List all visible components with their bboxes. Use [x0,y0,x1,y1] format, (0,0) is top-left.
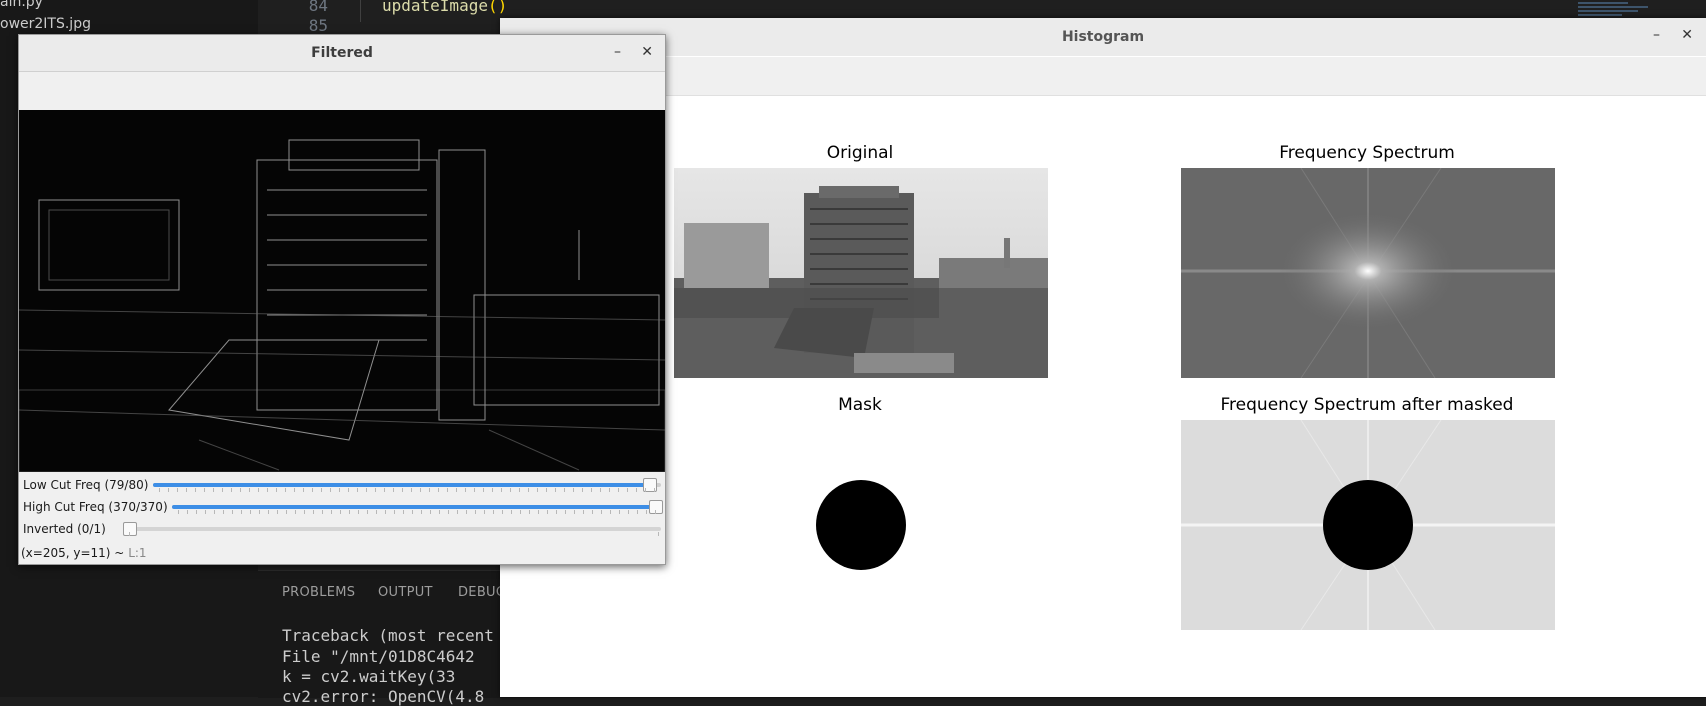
filtered-image[interactable] [19,110,665,472]
line-number: 85 [308,16,328,35]
plot-title-original: Original [826,143,894,163]
histogram-window: Histogram – ✕ Original Frequency Spectru… [500,18,1706,697]
frequency-spectrum-image [1181,168,1555,378]
filtered-window: Filtered – ✕ Low Cut Freq (79/80) High C… [18,34,666,565]
indent-guide [360,0,361,22]
minimize-button[interactable]: – [1653,27,1660,43]
minimize-button[interactable]: – [614,44,621,60]
code-line[interactable]: updateImage() [382,0,507,15]
tab-debug[interactable]: DEBUG [458,585,506,600]
low-cut-freq-slider-row: Low Cut Freq (79/80) [19,475,665,497]
plot-title-frequency-spectrum: Frequency Spectrum [1279,143,1455,163]
close-button[interactable]: ✕ [641,44,653,60]
high-cut-freq-slider[interactable] [172,500,663,514]
histogram-toolbar [500,57,1706,96]
low-cut-freq-label: Low Cut Freq (79/80) [23,478,149,492]
status-bar: (x=205, y=11) ~ L:1 [21,546,147,560]
explorer-item-tower-jpg[interactable]: ower2ITS.jpg [0,16,91,32]
code-paren: () [487,0,508,15]
slider-ticks [129,532,659,536]
plot-title-spectrum-after-masked: Frequency Spectrum after masked [1220,395,1514,415]
window-title: Histogram [1061,29,1145,45]
mask-image [674,420,1048,630]
explorer-item-main-py[interactable]: ain.py [0,0,43,10]
minimap[interactable] [1576,0,1656,20]
cursor-coords: (x=205, y=11) ~ [21,546,125,560]
slider-ticks [178,510,659,514]
code-text: updateImage [382,0,488,15]
terminal-line: Traceback (most recent [282,626,494,645]
tab-problems[interactable]: PROBLEMS [282,585,355,600]
inverted-label: Inverted (0/1) [23,522,106,536]
histogram-titlebar[interactable]: Histogram – ✕ [500,18,1706,56]
zoom-level: L:1 [128,546,147,560]
close-button[interactable]: ✕ [1681,27,1693,43]
low-cut-freq-slider[interactable] [153,478,661,492]
plot-title-mask: Mask [838,395,882,415]
window-title: Filtered [311,45,373,61]
high-cut-freq-slider-row: High Cut Freq (370/370) [19,497,665,519]
filtered-titlebar[interactable]: Filtered – ✕ [19,35,665,72]
original-image [674,168,1048,378]
inverted-slider-row: Inverted (0/1) [19,519,665,541]
inverted-slider[interactable] [123,522,661,536]
slider-ticks [159,488,659,492]
masked-spectrum-image [1181,420,1555,630]
terminal-line: File "/mnt/01D8C4642 [282,647,475,666]
tab-output[interactable]: OUTPUT [378,585,433,600]
line-number: 84 [308,0,328,15]
terminal-line: k = cv2.waitKey(33 [282,667,456,686]
high-cut-freq-label: High Cut Freq (370/370) [23,500,168,514]
